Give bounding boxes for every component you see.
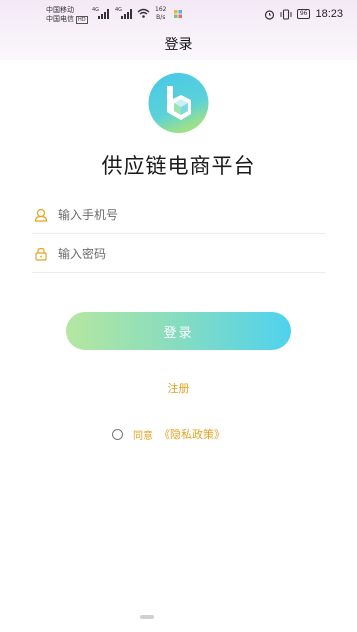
login-button[interactable]: 登录 <box>66 312 291 350</box>
signal-icon-2 <box>121 9 132 19</box>
status-bar: 中国移动 中国电信 HD 4G 4G 162 B/s 96 18:23 <box>0 0 357 30</box>
alarm-icon <box>264 9 274 20</box>
b-cube-logo <box>148 73 209 133</box>
home-indicator[interactable] <box>140 615 154 619</box>
carrier-2: 中国电信 <box>46 15 74 23</box>
carrier-1: 中国移动 <box>46 6 74 14</box>
register-link[interactable]: 注册 <box>0 380 357 396</box>
speed-value: 162 <box>155 6 167 13</box>
agree-radio[interactable] <box>112 428 123 440</box>
network-speed: 162 B/s <box>155 6 166 22</box>
vibrate-icon <box>280 8 292 20</box>
app-name: 供应链电商平台 <box>101 154 256 178</box>
agreement-row: 同意 《隐私政策》 <box>112 426 225 442</box>
password-input[interactable] <box>58 246 298 261</box>
phone-input[interactable] <box>58 207 298 222</box>
hd-badge: HD <box>76 16 88 24</box>
agree-label: 同意 <box>133 430 153 442</box>
wifi-icon <box>137 8 150 18</box>
system-status: 96 18:23 <box>264 8 343 20</box>
clock-time: 18:23 <box>315 8 343 20</box>
password-field <box>32 235 325 273</box>
speed-unit: B/s <box>156 14 166 21</box>
carrier-info: 中国移动 中国电信 HD <box>46 6 88 24</box>
page-title: 登录 <box>0 30 357 60</box>
battery-icon: 96 <box>296 9 311 19</box>
lock-icon <box>35 247 47 261</box>
phone-field <box>32 196 325 234</box>
user-icon <box>34 208 48 222</box>
signal-icon <box>98 9 109 19</box>
app-notification-icon <box>174 10 182 18</box>
privacy-policy-link[interactable]: 《隐私政策》 <box>159 426 225 442</box>
